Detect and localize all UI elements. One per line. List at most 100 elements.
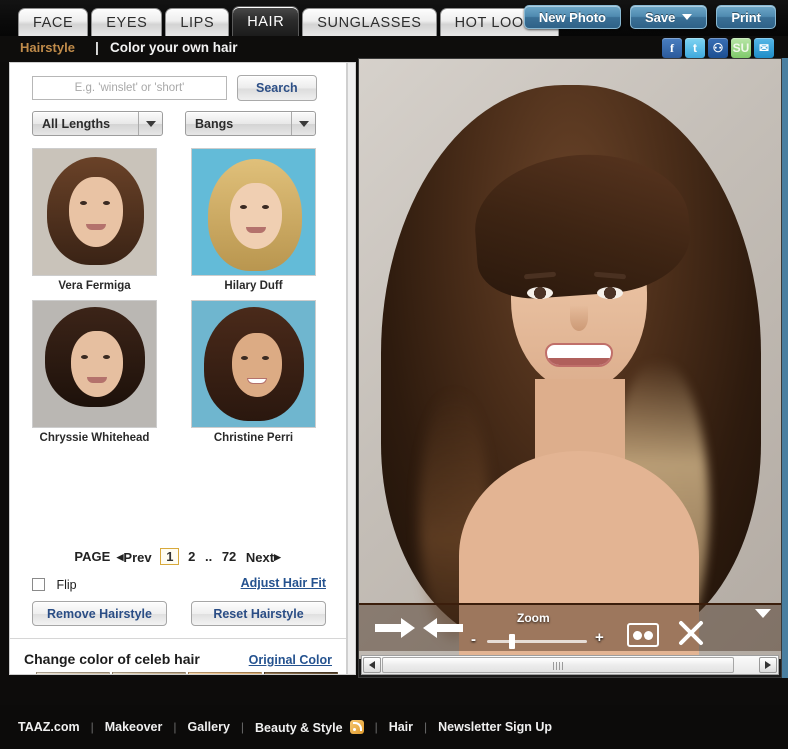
- tab-hair[interactable]: HAIR: [232, 6, 300, 37]
- swatch-grid: [36, 672, 338, 674]
- tab-sunglasses[interactable]: SUNGLASSES: [302, 8, 437, 37]
- thumbnail-item[interactable]: Christine Perri: [191, 300, 316, 444]
- last-page-button[interactable]: 72: [222, 549, 236, 564]
- thumbnail-item[interactable]: Chryssie Whitehead: [32, 300, 157, 444]
- thumbnail-image: [32, 148, 157, 276]
- chevron-down-icon: [291, 112, 315, 135]
- scroll-left-icon[interactable]: [363, 657, 381, 673]
- footer-links: TAAZ.com | Makeover | Gallery | Beauty &…: [18, 719, 552, 735]
- category-tabs: FACE EYES LIPS HAIR SUNGLASSES HOT LOOKS: [18, 6, 562, 37]
- bangs-filter-value: Bangs: [195, 116, 234, 131]
- left-panel-scrollbar[interactable]: [347, 62, 356, 675]
- tab-eyes[interactable]: EYES: [91, 8, 163, 37]
- new-photo-label: New Photo: [538, 9, 606, 25]
- thumbnail-caption: Hilary Duff: [224, 280, 283, 292]
- close-icon[interactable]: [677, 619, 705, 647]
- chevron-down-icon: [682, 14, 693, 20]
- search-button[interactable]: Search: [237, 75, 317, 101]
- zoom-in-button[interactable]: +: [595, 629, 604, 646]
- flip-checkbox[interactable]: [32, 578, 45, 591]
- zoom-slider-handle[interactable]: [509, 634, 515, 649]
- tab-lips[interactable]: LIPS: [165, 8, 230, 37]
- thumbnail-image: [191, 300, 316, 428]
- color-swatch[interactable]: [188, 672, 262, 674]
- color-section-title: Change color of celeb hair: [24, 651, 200, 667]
- top-tab-bar: FACE EYES LIPS HAIR SUNGLASSES HOT LOOKS…: [0, 0, 788, 37]
- footer-link-beauty-style-label: Beauty & Style: [255, 720, 343, 735]
- footer-link-newsletter[interactable]: Newsletter Sign Up: [438, 720, 552, 734]
- mouth: [545, 343, 613, 367]
- thumbnail-item[interactable]: Vera Fermiga: [32, 148, 157, 292]
- new-photo-button[interactable]: New Photo: [523, 5, 621, 29]
- footer-separator: |: [173, 720, 177, 734]
- reset-hairstyle-button[interactable]: Reset Hairstyle: [191, 601, 326, 626]
- page-scrollbar[interactable]: [782, 58, 788, 678]
- footer-separator: |: [240, 720, 245, 734]
- rss-icon[interactable]: [349, 719, 364, 734]
- eye-left: [527, 287, 553, 299]
- length-filter[interactable]: All Lengths: [32, 111, 163, 136]
- facebook-icon[interactable]: f: [662, 38, 682, 58]
- footer-link-hair[interactable]: Hair: [389, 720, 413, 734]
- remove-hairstyle-button[interactable]: Remove Hairstyle: [32, 601, 167, 626]
- photo-toolbar: Zoom - +: [359, 603, 781, 651]
- hairstyle-link[interactable]: Hairstyle: [20, 40, 75, 55]
- zoom-label: Zoom: [517, 611, 550, 625]
- prev-page-button[interactable]: ◂Prev: [117, 549, 152, 565]
- footer-link-beauty-style[interactable]: Beauty & Style: [255, 719, 364, 735]
- back-arrow-icon[interactable]: [373, 615, 417, 641]
- scroll-grip: [553, 662, 563, 670]
- zoom-slider[interactable]: [487, 634, 587, 649]
- footer-separator: |: [374, 720, 378, 734]
- taaz-makeover-app: FACE EYES LIPS HAIR SUNGLASSES HOT LOOKS…: [0, 0, 788, 749]
- flip-row: Flip Adjust Hair Fit: [32, 576, 326, 596]
- tab-face[interactable]: FACE: [18, 8, 89, 37]
- thumbnail-image: [32, 300, 157, 428]
- scroll-thumb[interactable]: [382, 657, 734, 673]
- stumbleupon-icon[interactable]: SU: [731, 38, 751, 58]
- footer-separator: |: [90, 720, 94, 734]
- hairstyle-browser-panel: Search All Lengths Bangs: [9, 62, 347, 675]
- page-1-current[interactable]: 1: [160, 548, 180, 566]
- footer-link-gallery[interactable]: Gallery: [188, 720, 230, 734]
- twitter-icon[interactable]: t: [685, 38, 705, 58]
- compare-icon[interactable]: [627, 623, 659, 647]
- eye-right: [597, 287, 623, 299]
- pagination-label: PAGE: [74, 549, 111, 565]
- thumbnail-item[interactable]: Hilary Duff: [191, 148, 316, 292]
- thumbnail-row: Chryssie Whitehead Christine Perri: [32, 300, 317, 444]
- email-icon[interactable]: ✉: [754, 38, 774, 58]
- user-photo[interactable]: [359, 59, 781, 659]
- page-2-button[interactable]: 2: [188, 549, 195, 564]
- save-button[interactable]: Save: [630, 5, 708, 29]
- print-label: Print: [731, 9, 761, 25]
- thumbnail-row: Vera Fermiga Hilary Duff: [32, 148, 317, 292]
- collapse-caret-icon[interactable]: [755, 609, 771, 618]
- photo-horizontal-scrollbar[interactable]: [361, 655, 779, 675]
- forward-arrow-icon[interactable]: [421, 615, 465, 641]
- myspace-icon[interactable]: ⚇: [708, 38, 728, 58]
- next-page-button[interactable]: Next▸: [246, 549, 281, 565]
- divider: [10, 638, 346, 639]
- bangs-filter[interactable]: Bangs: [185, 111, 316, 136]
- footer-separator: |: [424, 720, 428, 734]
- color-swatch[interactable]: [264, 672, 338, 674]
- scroll-right-icon[interactable]: [759, 657, 777, 673]
- footer-link-makeover[interactable]: Makeover: [105, 720, 163, 734]
- scroll-track[interactable]: [382, 657, 758, 673]
- footer-link-taaz[interactable]: TAAZ.com: [18, 720, 80, 734]
- color-swatch[interactable]: [36, 672, 110, 674]
- pagination: PAGE ◂Prev 1 2 .. 72 Next▸: [10, 548, 346, 566]
- search-row: Search: [32, 75, 317, 101]
- original-color-link[interactable]: Original Color: [249, 653, 332, 667]
- flip-label: Flip: [56, 578, 77, 592]
- header-separator: |: [95, 39, 99, 55]
- hairstyle-thumbnail-grid: Vera Fermiga Hilary Duff Chryssie Whiteh…: [32, 148, 317, 452]
- print-button[interactable]: Print: [716, 5, 776, 29]
- adjust-hair-fit-link[interactable]: Adjust Hair Fit: [241, 576, 326, 590]
- hairstyle-actions: Remove Hairstyle Reset Hairstyle: [32, 601, 326, 626]
- footer-nav: TAAZ.com | Makeover | Gallery | Beauty &…: [0, 705, 788, 749]
- color-swatch[interactable]: [112, 672, 186, 674]
- zoom-out-button[interactable]: -: [471, 631, 476, 648]
- search-input[interactable]: [32, 76, 227, 100]
